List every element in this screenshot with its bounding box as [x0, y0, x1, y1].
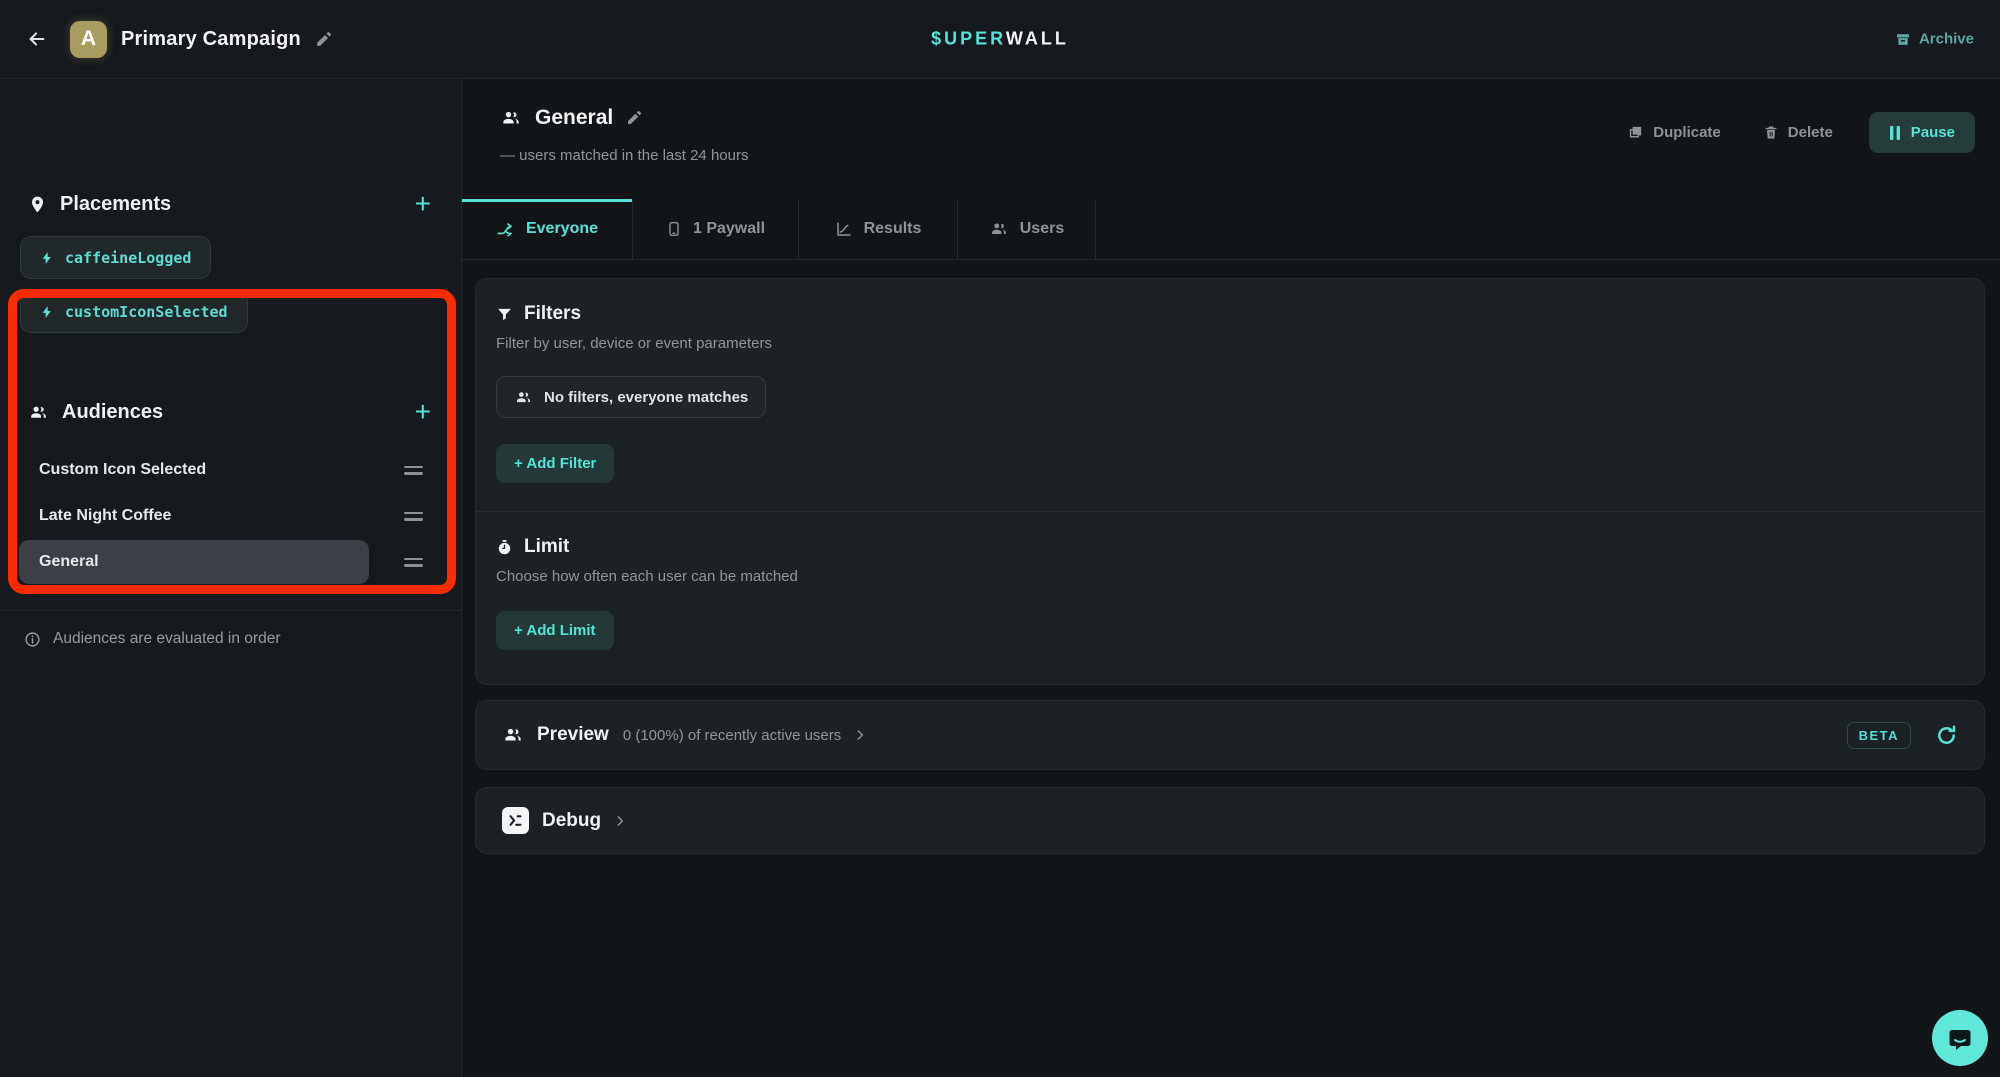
- audience-title: General: [535, 106, 613, 130]
- placements-title: Placements: [60, 193, 171, 216]
- tab-paywall[interactable]: 1 Paywall: [633, 199, 799, 259]
- lightning-icon: [40, 304, 54, 320]
- trash-icon: [1763, 124, 1779, 141]
- debug-bar[interactable]: Debug: [475, 787, 1985, 854]
- chat-bubble-icon: [1946, 1024, 1974, 1052]
- placements-section-header: Placements +: [28, 179, 433, 229]
- debug-title: Debug: [542, 810, 601, 832]
- tab-results[interactable]: Results: [799, 199, 958, 259]
- audiences-footer-note: Audiences are evaluated in order: [24, 630, 280, 648]
- limit-subtitle: Choose how often each user can be matche…: [496, 568, 1964, 585]
- audience-list-item[interactable]: Late Night Coffee: [0, 493, 462, 539]
- campaign-title: Primary Campaign: [121, 28, 301, 51]
- no-filters-chip: No filters, everyone matches: [496, 376, 766, 418]
- people-icon: [28, 403, 49, 422]
- location-pin-icon: [28, 195, 47, 214]
- edit-audience-icon[interactable]: [626, 110, 642, 126]
- beta-badge: BETA: [1847, 722, 1911, 749]
- audience-list-item-selected[interactable]: General: [0, 539, 462, 585]
- drag-handle-icon[interactable]: [404, 558, 423, 567]
- placement-chip[interactable]: customIconSelected: [20, 290, 248, 333]
- filters-subtitle: Filter by user, device or event paramete…: [496, 335, 1964, 352]
- top-bar: A Primary Campaign $UPERWALL Archive: [0, 0, 2000, 79]
- chat-launcher-button[interactable]: [1932, 1010, 1988, 1066]
- placement-chip[interactable]: caffeineLogged: [20, 236, 211, 279]
- superwall-logo: $UPERWALL: [931, 29, 1069, 50]
- audiences-section-header: Audiences +: [28, 387, 433, 437]
- info-icon: [24, 631, 41, 648]
- chevron-right-icon: [853, 728, 867, 742]
- tab-everyone[interactable]: Everyone: [462, 199, 633, 259]
- edit-campaign-icon[interactable]: [315, 31, 332, 48]
- chevron-right-icon: [613, 814, 627, 828]
- stopwatch-icon: [496, 538, 513, 557]
- people-icon: [502, 725, 524, 745]
- limit-section: Limit Choose how often each user can be …: [476, 512, 1984, 678]
- phone-icon: [666, 220, 682, 238]
- preview-title: Preview: [537, 724, 609, 746]
- add-audience-button[interactable]: +: [413, 398, 433, 426]
- terminal-icon: [502, 807, 529, 834]
- limit-title: Limit: [524, 536, 569, 558]
- drag-handle-icon[interactable]: [404, 466, 423, 475]
- app-avatar[interactable]: A: [70, 21, 107, 58]
- tab-users[interactable]: Users: [958, 199, 1096, 259]
- arrow-left-icon: [26, 28, 48, 50]
- refresh-icon[interactable]: [1935, 724, 1958, 747]
- add-limit-button[interactable]: + Add Limit: [496, 611, 614, 650]
- split-arrows-icon: [496, 220, 515, 239]
- people-icon: [500, 108, 522, 128]
- people-icon: [989, 220, 1009, 238]
- campaign-page: A Primary Campaign $UPERWALL Archive Pla…: [0, 0, 2000, 1077]
- main-panel: General — users matched in the last 24 h…: [462, 79, 2000, 1077]
- add-filter-button[interactable]: + Add Filter: [496, 444, 614, 483]
- lightning-icon: [40, 250, 54, 266]
- pause-icon: [1889, 126, 1901, 140]
- people-icon: [514, 389, 533, 406]
- preview-bar[interactable]: Preview 0 (100%) of recently active user…: [475, 700, 1985, 770]
- duplicate-button[interactable]: Duplicate: [1621, 123, 1727, 142]
- sidebar-divider: [0, 610, 461, 611]
- tab-bar: Everyone 1 Paywall Results Users: [462, 199, 2000, 260]
- chart-icon: [835, 220, 853, 238]
- pause-button[interactable]: Pause: [1869, 112, 1975, 153]
- funnel-icon: [496, 306, 513, 323]
- drag-handle-icon[interactable]: [404, 512, 423, 521]
- filters-title: Filters: [524, 303, 581, 325]
- audiences-title: Audiences: [62, 401, 163, 424]
- audience-list-item[interactable]: Custom Icon Selected: [0, 447, 462, 493]
- duplicate-icon: [1627, 124, 1644, 141]
- archive-icon: [1895, 31, 1911, 47]
- rules-card: Filters Filter by user, device or event …: [475, 278, 1985, 685]
- add-placement-button[interactable]: +: [413, 190, 433, 218]
- filters-section: Filters Filter by user, device or event …: [476, 279, 1984, 511]
- preview-subtitle: 0 (100%) of recently active users: [623, 727, 841, 744]
- delete-button[interactable]: Delete: [1757, 123, 1839, 142]
- archive-button[interactable]: Archive: [1889, 30, 1980, 49]
- audience-subtitle: — users matched in the last 24 hours: [500, 147, 748, 164]
- back-button[interactable]: [18, 20, 56, 58]
- sidebar: Placements + caffeineLogged customIconSe…: [0, 79, 462, 1077]
